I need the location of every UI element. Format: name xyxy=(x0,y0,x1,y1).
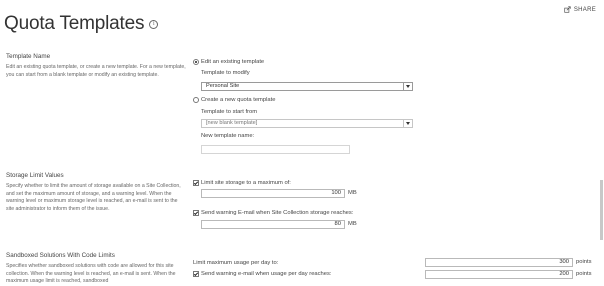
usage-warning-unit: points xyxy=(576,271,592,277)
template-name-heading: Template Name xyxy=(6,53,51,60)
sandboxed-heading: Sandboxed Solutions With Code Limits xyxy=(6,252,115,259)
template-to-modify-select[interactable]: Personal Site xyxy=(201,82,413,91)
limit-storage-checkbox[interactable] xyxy=(193,180,199,186)
create-new-label: Create a new quota template xyxy=(201,97,276,103)
share-icon xyxy=(564,6,571,13)
template-start-label: Template to start from xyxy=(201,109,258,115)
storage-warning-input[interactable]: 80 xyxy=(201,220,345,229)
usage-warning-label: Send warning e-mail when usage per day r… xyxy=(201,271,332,277)
share-label: SHARE xyxy=(573,6,596,13)
new-template-name-label: New template name: xyxy=(201,133,255,139)
storage-warning-label: Send warning E-mail when Site Collection… xyxy=(201,210,354,216)
create-new-radio[interactable] xyxy=(193,97,199,103)
page-title-area: Quota Templates i xyxy=(4,13,159,35)
scrollbar[interactable] xyxy=(599,40,603,285)
template-start-value: [new blank template] xyxy=(206,120,258,126)
sandboxed-description: Specifies whether sandboxed solutions wi… xyxy=(6,263,176,285)
edit-existing-label: Edit an existing template xyxy=(201,59,265,65)
template-to-modify-label: Template to modify xyxy=(201,70,250,76)
info-icon[interactable]: i xyxy=(149,19,159,29)
template-to-modify-value: Personal Site xyxy=(206,83,240,89)
storage-warning-unit: MB xyxy=(348,221,357,227)
limit-usage-unit: points xyxy=(576,259,592,265)
limit-usage-input[interactable]: 300 xyxy=(425,258,573,267)
storage-limit-description: Specify whether to limit the amount of s… xyxy=(6,183,181,212)
limit-usage-label: Limit maximum usage per day to: xyxy=(193,260,279,266)
share-button[interactable]: SHARE xyxy=(564,6,596,13)
storage-warning-checkbox[interactable] xyxy=(193,210,199,216)
page-title: Quota Templates xyxy=(4,13,145,34)
edit-existing-radio[interactable] xyxy=(193,59,199,65)
chevron-down-icon xyxy=(403,83,412,90)
template-name-description: Edit an existing quota template, or crea… xyxy=(6,64,186,78)
storage-limit-heading: Storage Limit Values xyxy=(6,172,64,179)
limit-storage-label: Limit site storage to a maximum of: xyxy=(201,180,291,186)
limit-storage-input[interactable]: 100 xyxy=(201,189,345,198)
limit-storage-unit: MB xyxy=(348,190,357,196)
chevron-down-icon xyxy=(403,120,412,127)
template-start-select[interactable]: [new blank template] xyxy=(201,119,413,128)
usage-warning-input[interactable]: 200 xyxy=(425,270,573,279)
usage-warning-checkbox[interactable] xyxy=(193,271,199,277)
scrollbar-thumb[interactable] xyxy=(600,180,603,240)
new-template-name-input[interactable] xyxy=(201,145,350,154)
